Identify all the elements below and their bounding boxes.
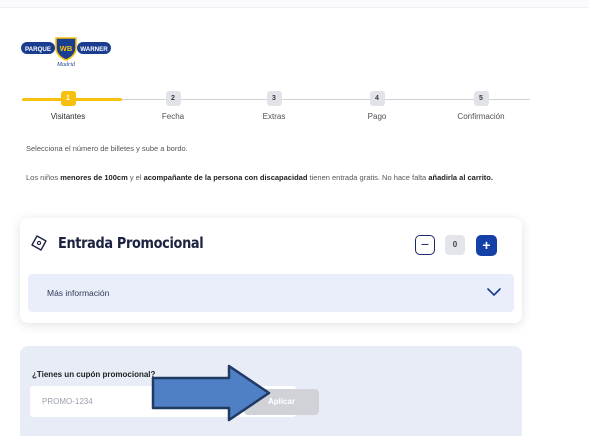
note-text: Los niños <box>26 173 61 182</box>
coupon-panel: ¿Tienes un cupón promocional? Aplicar <box>20 346 522 436</box>
step-confirmacion[interactable]: 5 Confirmación <box>441 91 521 121</box>
step-pago[interactable]: 4 Pago <box>337 91 417 121</box>
step-label: Confirmación <box>457 112 505 121</box>
note-text: tienen entrada gratis. No hace falta <box>307 173 429 182</box>
logo-sub-text: Madrid <box>56 62 76 68</box>
step-visitantes[interactable]: 1 Visitantes <box>28 91 108 121</box>
parque-warner-logo[interactable]: PARQUE WB WARNER Madrid <box>20 34 112 68</box>
step-label: Visitantes <box>50 112 86 121</box>
more-info-label: Más información <box>47 288 110 298</box>
logo-right-text: WARNER <box>80 46 108 53</box>
step-number: 2 <box>165 91 181 106</box>
logo-graphic: PARQUE WB WARNER Madrid <box>21 37 111 68</box>
intro-text: Selecciona el número de billetes y sube … <box>26 144 188 153</box>
logo-left-text: PARQUE <box>25 46 51 53</box>
step-label: Extras <box>262 112 286 121</box>
step-extras[interactable]: 3 Extras <box>234 91 314 121</box>
increase-quantity-button[interactable]: + <box>476 235 497 256</box>
step-number: 1 <box>60 91 76 106</box>
note-bold-text: acompañante de la persona con discapacid… <box>143 173 308 182</box>
logo-center-text: WB <box>60 44 73 53</box>
free-entry-note: Los niños menores de 100cm y el acompaña… <box>26 170 526 185</box>
note-text: y el <box>127 173 144 182</box>
browser-top-strip <box>0 0 589 8</box>
ticket-card: Entrada Promocional − 0 + Más informació… <box>20 218 522 323</box>
checkout-stepper: 1 Visitantes 2 Fecha 3 Extras 4 Pago 5 C… <box>0 84 589 134</box>
note-bold-text: añadirla al carrito. <box>428 173 493 182</box>
step-fecha[interactable]: 2 Fecha <box>133 91 213 121</box>
note-bold-text: menores de 100cm <box>60 173 128 182</box>
step-number: 4 <box>369 91 385 106</box>
step-number: 5 <box>473 91 489 106</box>
step-number: 3 <box>266 91 282 106</box>
step-label: Pago <box>367 112 387 121</box>
arrow-right-icon <box>151 364 271 422</box>
decrease-quantity-button[interactable]: − <box>415 235 435 255</box>
ticket-title: Entrada Promocional <box>58 234 204 252</box>
coupon-question: ¿Tienes un cupón promocional? <box>32 370 156 379</box>
more-info-toggle[interactable]: Más información <box>28 274 514 312</box>
ticket-icon <box>30 234 48 252</box>
step-label: Fecha <box>161 112 185 121</box>
quantity-value: 0 <box>445 235 465 255</box>
chevron-down-icon <box>487 286 501 298</box>
